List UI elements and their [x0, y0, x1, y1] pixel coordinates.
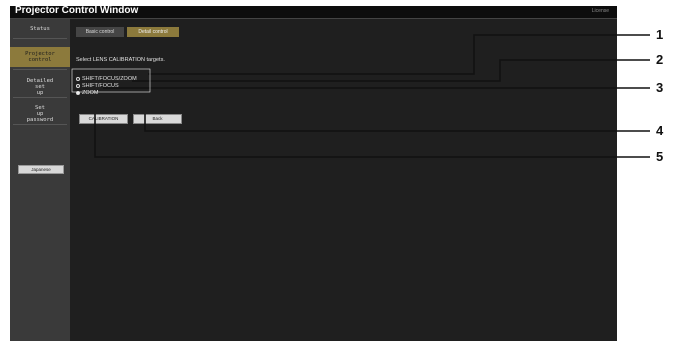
callout-lines	[71, 34, 650, 158]
callout-number-5: 5	[656, 149, 664, 164]
callout-line-2	[132, 59, 650, 82]
callout-line-4	[144, 114, 650, 132]
callout-number-2: 2	[656, 52, 664, 67]
callout-line-5	[94, 114, 650, 158]
callout-number-3: 3	[656, 80, 664, 95]
callout-number-1: 1	[656, 27, 664, 42]
callout-line-1	[148, 34, 650, 75]
callout-number-4: 4	[656, 123, 664, 138]
